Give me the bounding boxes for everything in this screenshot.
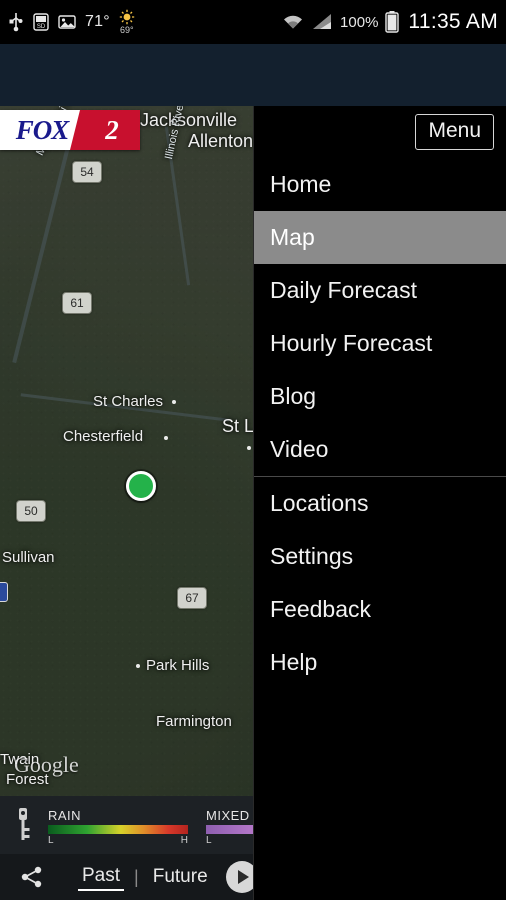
drawer-item-label: Feedback <box>270 596 372 622</box>
fox2-logo: FOX 2 <box>0 110 140 150</box>
tab-past[interactable]: Past <box>78 863 125 891</box>
status-bar-right-icons: 100% 11:35 AM <box>282 10 498 34</box>
drawer-item-label: Map <box>270 224 315 250</box>
legend-rain: RAIN L H <box>48 804 188 846</box>
battery-percent: 100% <box>340 13 379 31</box>
tab-future[interactable]: Future <box>149 864 212 890</box>
sun-icon <box>119 9 134 25</box>
map-label-allenton: Allenton <box>188 131 254 151</box>
city-dot <box>136 664 140 668</box>
legend-mixed-low: L <box>206 835 212 846</box>
logo-channel-number: 2 <box>70 110 140 150</box>
timeline-segmented-control: Past | Future <box>78 863 212 891</box>
drawer-item-help[interactable]: Help <box>254 636 506 689</box>
drawer-item-label: Daily Forecast <box>270 277 417 303</box>
legend-rain-gradient <box>48 825 188 834</box>
legend-rain-title: RAIN <box>48 808 82 823</box>
status-temperature: 71° <box>85 13 110 30</box>
svg-text:SD: SD <box>37 24 46 30</box>
google-watermark: Google <box>14 752 79 777</box>
legend-rain-scale-labels: L H <box>48 835 188 846</box>
status-bar: SD 71° 69° 100% 11:35 AM <box>0 0 506 44</box>
drawer-item-label: Help <box>270 649 318 675</box>
legend-rain-low: L <box>48 835 54 846</box>
drawer-item-video[interactable]: Video <box>254 423 506 476</box>
sun-temperature: 69° <box>119 25 134 35</box>
drawer-item-label: Video <box>270 436 329 462</box>
drawer-item-blog[interactable]: Blog <box>254 370 506 423</box>
drawer-item-daily-forecast[interactable]: Daily Forecast <box>254 264 506 317</box>
map-label-jacksonville: Jacksonville <box>140 110 238 130</box>
drawer-item-label: Blog <box>270 383 317 409</box>
battery-icon <box>385 11 400 33</box>
route-shield-54: 54 <box>72 161 102 183</box>
navigation-drawer: Menu Home Map Daily Forecast Hourly Fore… <box>253 106 506 900</box>
signal-icon <box>311 13 333 31</box>
interstate-shield-44 <box>0 582 8 602</box>
route-shield-61: 61 <box>62 292 92 314</box>
status-clock: 11:35 AM <box>408 10 498 33</box>
route-shield-67: 67 <box>177 587 207 609</box>
menu-button[interactable]: Menu <box>415 114 494 150</box>
drawer-item-feedback[interactable]: Feedback <box>254 583 506 636</box>
legend-rain-high: H <box>180 835 188 846</box>
wifi-icon <box>282 13 304 31</box>
city-dot <box>247 446 251 450</box>
current-location-marker[interactable] <box>126 471 156 501</box>
drawer-item-label: Settings <box>270 543 354 569</box>
drawer-item-settings[interactable]: Settings <box>254 530 506 583</box>
drawer-item-label: Home <box>270 171 332 197</box>
drawer-header: Menu <box>254 106 506 158</box>
map-label-farmington: Farmington <box>156 713 232 730</box>
sun-icon-group: 69° <box>119 9 135 35</box>
drawer-item-hourly-forecast[interactable]: Hourly Forecast <box>254 317 506 370</box>
map-label-st-charles: St Charles <box>93 393 164 410</box>
logo-channel-text: 2 <box>105 114 119 145</box>
city-dot <box>164 436 168 440</box>
status-bar-left-icons: SD 71° 69° <box>8 9 135 35</box>
sd-card-icon: SD <box>33 13 49 31</box>
drawer-item-home[interactable]: Home <box>254 158 506 211</box>
share-icon[interactable] <box>0 854 64 900</box>
play-triangle-shape <box>237 870 249 884</box>
drawer-item-label: Locations <box>270 490 369 516</box>
map-label-sullivan: Sullivan <box>2 549 55 566</box>
drawer-item-label: Hourly Forecast <box>270 330 433 356</box>
map-label-chesterfield: Chesterfield <box>63 428 144 445</box>
drawer-item-map[interactable]: Map <box>254 211 506 264</box>
city-dot <box>172 400 176 404</box>
drawer-item-locations[interactable]: Locations <box>254 477 506 530</box>
segment-divider: | <box>134 866 139 887</box>
app-header-strip <box>0 44 506 106</box>
usb-icon <box>8 12 24 32</box>
screenshot-icon <box>58 14 76 30</box>
map-label-st-louis: St L <box>222 416 255 436</box>
route-shield-50: 50 <box>16 500 46 522</box>
map-label-park-hills: Park Hills <box>146 657 210 674</box>
map-key-icon[interactable] <box>0 796 46 854</box>
phone-screen: SD 71° 69° 100% 11:35 AM Jacksonville Al… <box>0 0 506 900</box>
